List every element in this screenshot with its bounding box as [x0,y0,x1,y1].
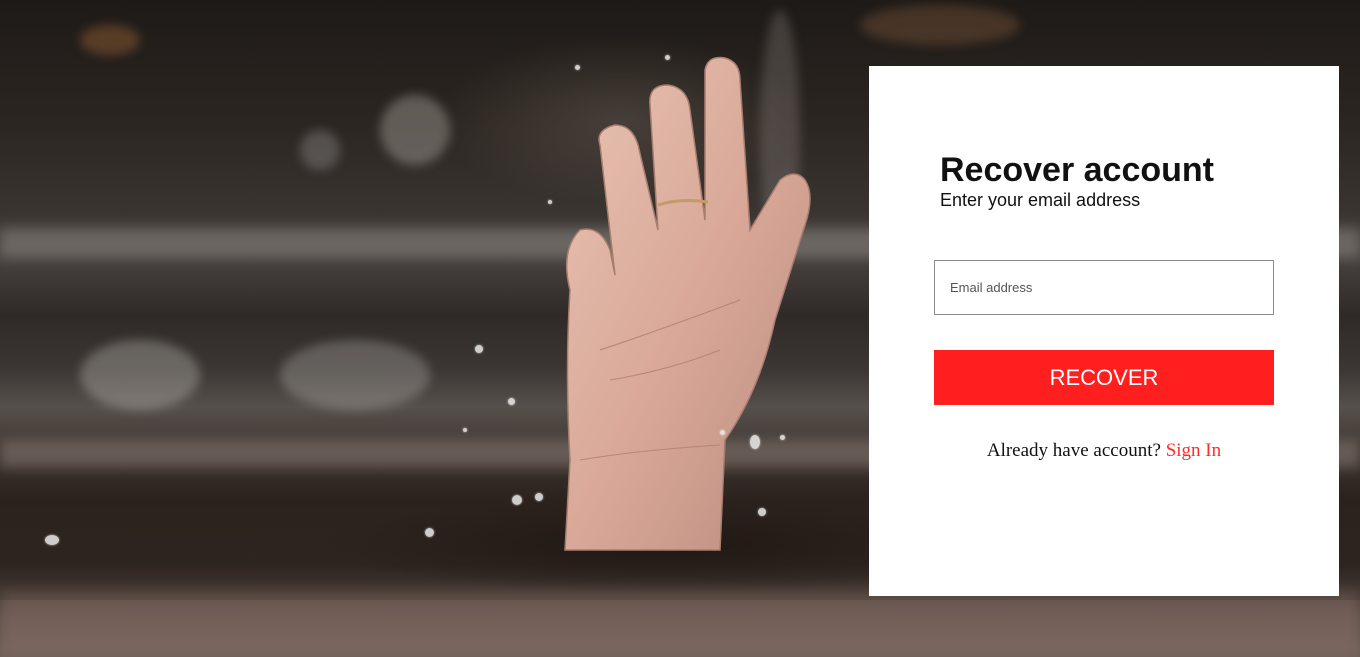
water-droplet [535,493,543,501]
recover-button[interactable]: RECOVER [934,350,1274,405]
water-droplet [750,435,760,449]
water-droplet [508,398,515,405]
water-droplet [475,345,483,353]
water-droplet [575,65,580,70]
background-blur-band [0,590,1360,657]
page-subtitle: Enter your email address [940,190,1141,210]
water-droplet [512,495,522,505]
hand-icon [564,56,811,551]
water-droplet [758,508,766,516]
water-droplet [45,535,59,545]
recover-account-card: Recover account Enter your email address… [869,66,1339,596]
bokeh-light [80,25,140,55]
signin-prompt-text: Already have account? [986,440,1161,461]
bokeh-light [80,340,200,410]
water-droplet [463,428,467,432]
bokeh-light [280,340,430,410]
signin-link[interactable]: Sign In [1166,440,1221,461]
bokeh-light [300,130,340,170]
water-droplet [425,528,434,537]
email-field[interactable] [934,260,1274,315]
bokeh-light [380,95,450,165]
water-droplet [548,200,552,204]
water-droplet [720,430,725,435]
water-droplet [665,55,670,60]
water-droplet [780,435,785,440]
page-title: Recover account [940,151,1214,189]
bokeh-light [860,5,1020,45]
signin-prompt-row: Already have account? Sign In [869,440,1339,462]
